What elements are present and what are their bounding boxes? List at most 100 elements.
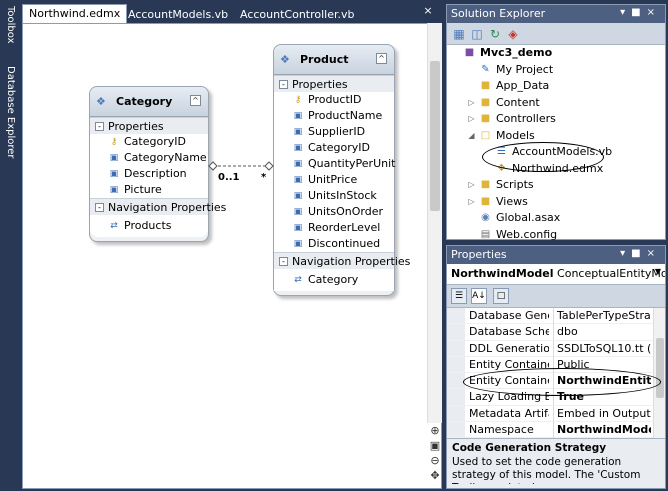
- entity-designer-canvas[interactable]: ❖ Category ^ - Properties ⚷ CategoryID ▣ C…: [22, 23, 442, 489]
- tree-item[interactable]: ❖ Northwind.edmx: [447, 161, 665, 178]
- folder-open-icon: □: [480, 129, 491, 141]
- tree-item[interactable]: ◢ □ Models: [447, 128, 665, 145]
- property-grid-row[interactable]: Entity Container Public: [447, 356, 665, 374]
- folder-icon: ■: [480, 96, 491, 108]
- row-gutter: [447, 422, 465, 438]
- collapse-icon[interactable]: ◢: [467, 128, 476, 144]
- property-grid-row[interactable]: Database Schema dbo: [447, 324, 665, 341]
- scrollbar-thumb[interactable]: [430, 61, 440, 211]
- side-tool-strip: Toolbox Database Explorer: [0, 0, 20, 491]
- alphabetical-icon[interactable]: A↓: [471, 288, 487, 304]
- property-value[interactable]: NorthwindEntities1: [553, 373, 651, 390]
- tree-item[interactable]: ■ App_Data: [447, 78, 665, 95]
- tree-item[interactable]: ▷ ■ Views: [447, 194, 665, 211]
- tree-item[interactable]: ✎ My Project: [447, 62, 665, 79]
- property-grid-row[interactable]: DDL Generation T SSDLToSQL10.tt (VS): [447, 340, 665, 357]
- tree-item-label: AccountModels.vb: [512, 145, 613, 158]
- canvas-vertical-scrollbar[interactable]: [427, 23, 442, 423]
- property-value[interactable]: TablePerTypeStrategy: [553, 308, 651, 324]
- tree-item-label: Northwind.edmx: [512, 161, 604, 175]
- multiplicity-left: 0..1: [218, 172, 240, 183]
- tree-item-label: Views: [496, 194, 528, 208]
- row-gutter: [447, 308, 465, 324]
- expand-icon[interactable]: ▷: [467, 177, 476, 193]
- folder-icon: ■: [480, 80, 491, 91]
- property-grid-row[interactable]: Entity Container N NorthwindEntities1: [447, 373, 665, 390]
- tree-item-label: My Project: [496, 62, 554, 76]
- property-grid-row[interactable]: Metadata Artifact Embed in Output Ass: [447, 405, 665, 423]
- property-value[interactable]: Embed in Output Ass: [553, 405, 651, 422]
- view-class-diagram-icon[interactable]: ◈: [505, 26, 521, 42]
- pan-icon[interactable]: ✥: [428, 469, 442, 484]
- tree-item[interactable]: ◉ Global.asax: [447, 210, 665, 227]
- tree-item[interactable]: ■ Mvc3_demo: [447, 45, 665, 62]
- edmx-file-icon: ❖: [497, 162, 506, 174]
- property-pages-icon[interactable]: □: [493, 288, 509, 304]
- tab-northwind-edmx[interactable]: Northwind.edmx: [22, 4, 128, 23]
- zoom-fit-icon[interactable]: ▣: [428, 439, 442, 454]
- expand-icon[interactable]: ▷: [467, 111, 476, 127]
- multiplicity-right: *: [261, 172, 267, 183]
- property-grid-row[interactable]: Database Generat TablePerTypeStrategy: [447, 308, 665, 325]
- refresh-icon[interactable]: ↻: [487, 26, 503, 42]
- close-icon[interactable]: ×: [421, 4, 435, 18]
- tree-item[interactable]: ▤ Web.config: [447, 227, 665, 244]
- tree-item[interactable]: ▷ ■ Controllers: [447, 111, 665, 128]
- description-title: Code Generation Strategy: [452, 442, 607, 454]
- tree-item[interactable]: ☰ AccountModels.vb: [447, 144, 665, 161]
- expand-icon[interactable]: ▷: [467, 194, 476, 210]
- global-asax-icon: ◉: [481, 212, 490, 223]
- tab-account-models[interactable]: AccountModels.vb: [122, 6, 234, 23]
- property-value[interactable]: NorthwindModel: [553, 422, 651, 438]
- zoom-tools: ⊕ ▣ ⊖ ✥: [428, 424, 442, 486]
- tree-item-label: Controllers: [496, 112, 556, 125]
- property-value[interactable]: True: [553, 389, 651, 406]
- property-grid-row[interactable]: Namespace NorthwindModel: [447, 422, 665, 438]
- expand-icon[interactable]: ▷: [467, 95, 476, 111]
- panel-buttons[interactable]: ▾■×: [620, 7, 661, 18]
- tab-account-controller[interactable]: AccountController.vb: [234, 6, 361, 23]
- categorized-icon[interactable]: ☰: [451, 288, 467, 304]
- zoom-in-icon[interactable]: ⊕: [428, 424, 442, 439]
- tree-item[interactable]: ▷ ■ Content: [447, 95, 665, 112]
- tree-item-label: Mvc3_demo: [480, 46, 553, 59]
- property-name: DDL Generation T: [469, 341, 549, 355]
- my-project-icon: ✎: [481, 63, 490, 75]
- tree-item-label: Scripts: [496, 178, 534, 191]
- association-line[interactable]: [23, 24, 442, 489]
- row-gutter: [447, 324, 465, 340]
- property-name: Metadata Artifact: [469, 406, 549, 420]
- show-all-files-icon[interactable]: ◫: [469, 26, 485, 42]
- zoom-out-icon[interactable]: ⊖: [428, 454, 442, 469]
- solution-tree: ■ Mvc3_demo ✎ My Project ■ App_Data ▷ ■ Content ▷…: [447, 45, 665, 243]
- row-gutter: [447, 356, 465, 373]
- property-grid-scrollbar[interactable]: [653, 308, 665, 438]
- row-gutter: [447, 405, 465, 422]
- property-value[interactable]: SSDLToSQL10.tt (VS): [553, 340, 651, 357]
- solution-explorer-header: Solution Explorer ▾■×: [447, 5, 665, 23]
- property-value[interactable]: dbo: [553, 324, 651, 341]
- property-name: Database Schema: [469, 325, 549, 339]
- tree-item-label: Content: [496, 95, 540, 109]
- solution-explorer-toolbar: ▦ ◫ ↻ ◈: [447, 23, 665, 45]
- property-grid[interactable]: Database GeneratTablePerTypeStrategyData…: [447, 308, 665, 438]
- properties-header: Properties ▾■×: [447, 246, 665, 264]
- object-selector[interactable]: NorthwindModel ConceptualEntityModel ▼: [447, 264, 665, 285]
- property-value[interactable]: Public: [553, 356, 651, 373]
- property-description: Code Generation Strategy Used to set the…: [447, 438, 665, 488]
- panel-buttons[interactable]: ▾■×: [620, 248, 661, 259]
- association-end-left: [208, 161, 218, 171]
- solution-explorer-panel: Solution Explorer ▾■× ▦ ◫ ↻ ◈ ■ Mvc3_demo…: [446, 4, 666, 243]
- project-icon: ■: [464, 47, 475, 58]
- folder-icon: ■: [480, 113, 491, 124]
- properties-icon[interactable]: ▦: [451, 26, 467, 42]
- scrollbar-thumb[interactable]: [656, 338, 664, 398]
- property-grid-row[interactable]: Lazy Loading Ena True: [447, 389, 665, 406]
- tree-item-label: Global.asax: [496, 211, 561, 224]
- document-tabs: Northwind.edmx AccountModels.vb AccountC…: [22, 4, 442, 23]
- tree-item[interactable]: ▷ ■ Scripts: [447, 177, 665, 194]
- properties-toolbar: ☰ A↓ □: [447, 285, 665, 308]
- chevron-down-icon[interactable]: ▼: [655, 267, 661, 276]
- association-end-right: [264, 161, 274, 171]
- property-name: Entity Container: [469, 357, 549, 371]
